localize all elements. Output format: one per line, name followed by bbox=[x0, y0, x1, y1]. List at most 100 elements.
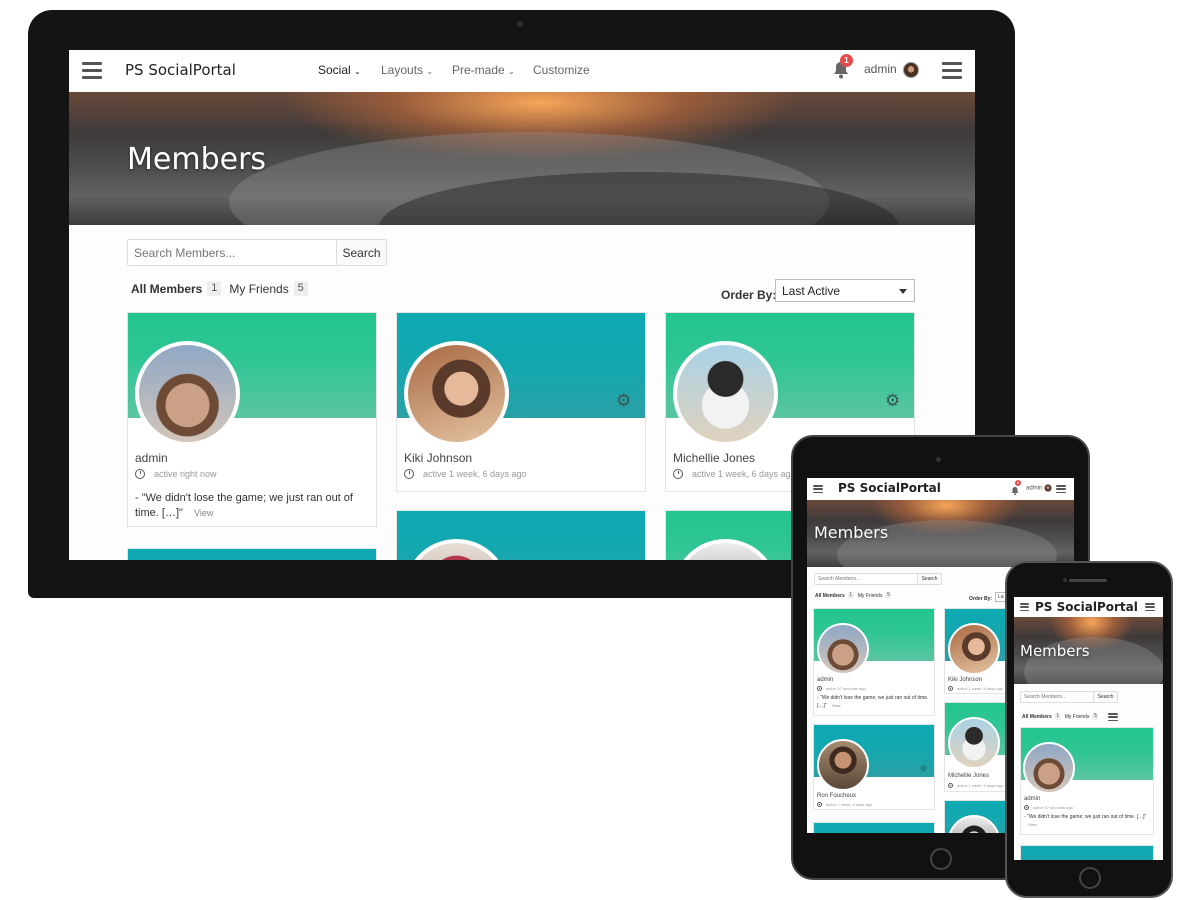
chevron-down-icon: ⌄ bbox=[354, 67, 361, 76]
order-by-label: Order By: bbox=[969, 596, 993, 602]
bell-icon[interactable]: 1 bbox=[1011, 480, 1021, 496]
member-name[interactable]: admin bbox=[135, 451, 168, 465]
avatar[interactable] bbox=[948, 717, 1000, 769]
member-latest-update: - "We didn't lose the game; we just ran … bbox=[817, 695, 929, 709]
member-activity: active 1 week, 6 days ago bbox=[404, 469, 527, 479]
avatar[interactable] bbox=[948, 623, 1000, 675]
hamburger-icon[interactable] bbox=[1145, 603, 1155, 611]
tab-all-members[interactable]: All Members bbox=[1022, 714, 1052, 720]
order-by-select[interactable]: Last Active bbox=[775, 279, 915, 302]
hamburger-icon[interactable] bbox=[1020, 603, 1029, 611]
avatar[interactable] bbox=[673, 341, 778, 446]
member-name[interactable]: Ron Foucheux bbox=[817, 793, 856, 799]
clock-icon bbox=[817, 686, 822, 691]
member-card[interactable]: ⚙ Kiki Johnson active 1 week, 6 days ago bbox=[396, 312, 646, 492]
member-name[interactable]: Michellie Jones bbox=[948, 773, 989, 779]
search-button[interactable]: Search bbox=[917, 574, 941, 584]
hamburger-icon[interactable] bbox=[813, 485, 823, 493]
hero-banner: Members bbox=[1014, 617, 1163, 684]
member-search: Search bbox=[1020, 691, 1118, 703]
clock-icon bbox=[404, 469, 414, 479]
member-latest-update: - "We didn't lose the game; we just ran … bbox=[135, 492, 353, 519]
search-input[interactable] bbox=[128, 240, 336, 265]
tab-count: 5 bbox=[1092, 713, 1099, 720]
menu-layouts[interactable]: Layouts ⌄ bbox=[381, 63, 433, 77]
clock-icon bbox=[948, 686, 953, 691]
member-name[interactable]: admin bbox=[1024, 796, 1040, 802]
member-tabs: All Members 1 My Friends 5 bbox=[815, 592, 892, 599]
member-activity: active 47 seconds ago bbox=[817, 686, 866, 691]
tab-all-members[interactable]: All Members bbox=[815, 593, 845, 599]
member-cover bbox=[1021, 846, 1153, 860]
navbar: PS SocialPortal Social ⌄ Layouts ⌄ Pre-m… bbox=[69, 50, 975, 92]
member-name[interactable]: admin bbox=[817, 677, 833, 683]
gear-icon[interactable]: ⚙ bbox=[920, 765, 927, 773]
gear-icon[interactable]: ⚙ bbox=[616, 392, 631, 409]
view-link[interactable]: View bbox=[832, 703, 841, 708]
hamburger-icon[interactable] bbox=[82, 62, 102, 79]
search-button[interactable]: Search bbox=[336, 240, 386, 265]
tablet-home-button[interactable] bbox=[930, 848, 952, 870]
bell-icon[interactable]: 1 bbox=[833, 54, 853, 79]
member-card[interactable] bbox=[396, 510, 646, 560]
site-title[interactable]: PS SocialPortal bbox=[838, 481, 941, 495]
tab-my-friends[interactable]: My Friends bbox=[229, 282, 288, 296]
member-tabs: All Members 1 My Friends 5 bbox=[1022, 713, 1099, 720]
member-card[interactable]: admin active right now - "We didn't lose… bbox=[127, 312, 377, 527]
member-card[interactable]: ⚙ Ron Foucheux active 1 week, 6 days ago bbox=[813, 724, 935, 810]
phone-camera bbox=[1063, 578, 1067, 582]
search-input[interactable] bbox=[1021, 692, 1093, 702]
member-cover bbox=[128, 549, 376, 560]
site-title[interactable]: PS SocialPortal bbox=[125, 61, 236, 79]
member-card[interactable] bbox=[127, 548, 377, 560]
page-title: Members bbox=[1020, 642, 1090, 660]
gear-icon[interactable]: ⚙ bbox=[885, 392, 900, 409]
tab-my-friends[interactable]: My Friends bbox=[858, 593, 883, 599]
avatar[interactable] bbox=[1023, 742, 1075, 794]
member-name[interactable]: Kiki Johnson bbox=[404, 451, 472, 465]
clock-icon bbox=[1024, 805, 1029, 810]
phone-screen: PS SocialPortal Members Search All Membe… bbox=[1014, 597, 1163, 860]
clock-icon bbox=[817, 802, 822, 807]
tab-my-friends[interactable]: My Friends bbox=[1065, 714, 1090, 720]
list-view-icon[interactable] bbox=[1108, 713, 1118, 721]
member-activity: active right now bbox=[135, 469, 217, 479]
search-button[interactable]: Search bbox=[1093, 692, 1117, 702]
hamburger-icon[interactable] bbox=[942, 62, 962, 79]
monitor-camera bbox=[517, 21, 523, 27]
member-card[interactable] bbox=[813, 822, 935, 833]
avatar[interactable] bbox=[135, 341, 240, 446]
member-search: Search bbox=[127, 239, 387, 266]
view-link[interactable]: View bbox=[194, 508, 213, 518]
member-card[interactable]: admin active 47 seconds ago - "We didn't… bbox=[1020, 727, 1154, 835]
clock-icon bbox=[135, 469, 145, 479]
menu-customize[interactable]: Customize bbox=[533, 63, 590, 77]
user-menu[interactable]: admin bbox=[864, 62, 920, 78]
caret-down-icon bbox=[899, 289, 907, 294]
menu-premade[interactable]: Pre-made ⌄ bbox=[452, 63, 515, 77]
member-name[interactable]: Michellie Jones bbox=[673, 451, 755, 465]
tablet-camera bbox=[936, 457, 941, 462]
member-name[interactable]: Kiki Johnson bbox=[948, 677, 982, 683]
chevron-down-icon: ⌄ bbox=[508, 67, 515, 76]
site-title[interactable]: PS SocialPortal bbox=[1035, 600, 1138, 614]
tab-count: 1 bbox=[847, 592, 854, 599]
search-input[interactable] bbox=[815, 574, 917, 584]
view-link[interactable]: View bbox=[1028, 822, 1037, 827]
phone-home-button[interactable] bbox=[1079, 867, 1101, 889]
avatar bbox=[1044, 484, 1053, 492]
avatar[interactable] bbox=[404, 341, 509, 446]
chevron-down-icon: ⌄ bbox=[426, 67, 434, 76]
user-menu[interactable]: admin bbox=[1026, 484, 1053, 492]
avatar[interactable] bbox=[817, 739, 869, 791]
member-tabs: All Members 1 My Friends 5 bbox=[131, 281, 308, 296]
member-card[interactable] bbox=[1020, 845, 1154, 860]
avatar[interactable] bbox=[817, 623, 869, 675]
tab-all-members[interactable]: All Members bbox=[131, 282, 202, 296]
menu-social[interactable]: Social ⌄ bbox=[318, 63, 361, 77]
member-activity: active 1 week, 6 days ago bbox=[817, 802, 872, 807]
member-card[interactable]: admin active 47 seconds ago - "We didn't… bbox=[813, 608, 935, 716]
avatar bbox=[903, 62, 920, 78]
hamburger-icon[interactable] bbox=[1056, 485, 1066, 493]
hero-banner: Members bbox=[69, 92, 975, 225]
